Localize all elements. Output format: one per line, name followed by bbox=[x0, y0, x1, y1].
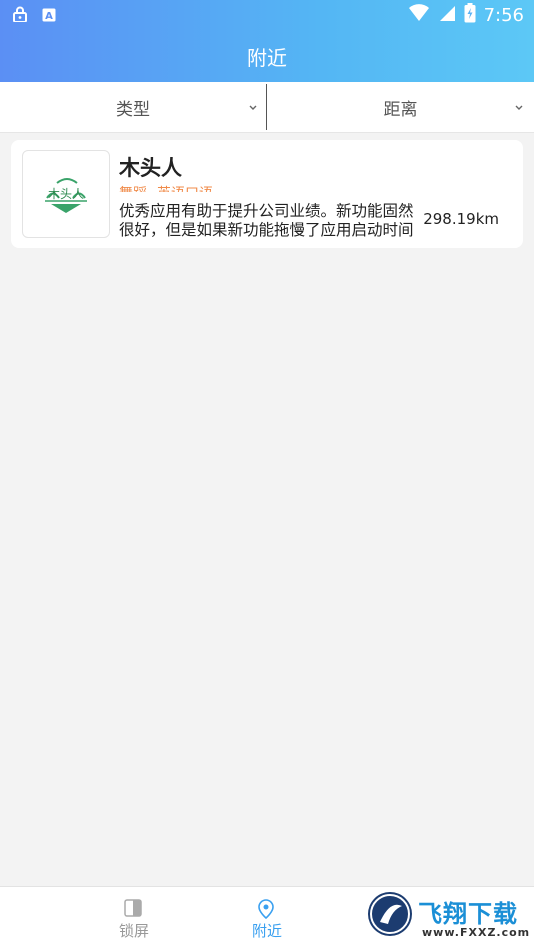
filter-bar: 类型 距离 bbox=[0, 82, 534, 133]
watermark-brand: 飞翔下载 bbox=[418, 900, 518, 928]
lock-screen-icon bbox=[124, 899, 142, 921]
chevron-down-icon bbox=[514, 97, 524, 116]
svg-text:A: A bbox=[45, 11, 53, 22]
watermark-logo-icon bbox=[368, 892, 412, 936]
tab-nearby-label: 附近 bbox=[251, 922, 282, 940]
filter-divider bbox=[266, 84, 267, 130]
app-header: A 7:56 附近 bbox=[0, 0, 534, 82]
wifi-icon bbox=[408, 4, 430, 26]
logo-text: 木头人 bbox=[48, 187, 84, 201]
filter-distance-label: 距离 bbox=[383, 99, 418, 120]
tab-lock-screen[interactable]: 锁屏 bbox=[79, 887, 189, 951]
tab-nearby[interactable]: 附近 bbox=[212, 887, 322, 951]
filter-distance-dropdown[interactable]: 距离 bbox=[267, 82, 534, 132]
tab-lock-screen-label: 锁屏 bbox=[118, 922, 149, 940]
page-title: 附近 bbox=[247, 46, 287, 70]
list-item[interactable]: 木头人 木头人 舞蹈 英语口语 优秀应用有助于提升公司业绩。新功能固然很好，但是… bbox=[11, 140, 523, 248]
item-description: 优秀应用有助于提升公司业绩。新功能固然很好，但是如果新功能拖慢了应用启动时间 bbox=[119, 202, 414, 239]
status-time: 7:56 bbox=[483, 4, 524, 26]
chevron-down-icon bbox=[248, 97, 258, 116]
filter-type-dropdown[interactable]: 类型 bbox=[0, 82, 266, 132]
watermark-url: www.FXXZ.com bbox=[422, 926, 531, 939]
tag: 舞蹈 bbox=[119, 185, 147, 192]
status-bar: A 7:56 bbox=[0, 0, 534, 28]
battery-icon bbox=[464, 3, 476, 27]
item-tags: 舞蹈 英语口语 bbox=[119, 180, 213, 192]
keyboard-status-icon: A bbox=[42, 7, 56, 26]
signal-icon bbox=[438, 4, 456, 26]
lock-status-icon bbox=[12, 6, 28, 26]
filter-type-label: 类型 bbox=[116, 99, 150, 120]
item-title: 木头人 bbox=[119, 156, 182, 180]
item-distance: 298.19km bbox=[423, 210, 499, 228]
watermark: 飞翔下载 www.FXXZ.com bbox=[366, 888, 534, 950]
school-logo: 木头人 bbox=[22, 150, 110, 238]
tag: 英语口语 bbox=[157, 185, 213, 192]
